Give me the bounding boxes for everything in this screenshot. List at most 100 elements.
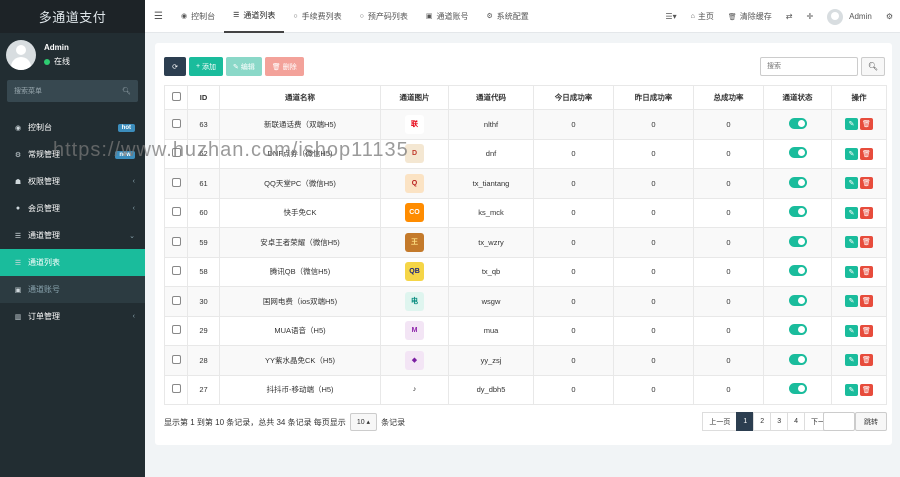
row-select-cell[interactable] <box>164 256 188 287</box>
status-toggle[interactable] <box>788 324 807 336</box>
tab-system-config[interactable]: ⚙ 系统配置 <box>477 0 537 33</box>
row-select-cell[interactable] <box>164 227 188 258</box>
page-button-1[interactable]: 1 <box>736 412 755 431</box>
row-select-cell[interactable] <box>164 315 188 346</box>
row-select-cell[interactable] <box>164 286 188 317</box>
table-row[interactable]: 30 国网电费（ios双端H5) 电 wsgw 0 0 0 ✎ 🗑︎ <box>164 286 887 317</box>
row-checkbox[interactable] <box>171 354 181 364</box>
row-edit-button[interactable]: ✎ <box>845 295 858 308</box>
status-toggle[interactable] <box>788 294 807 306</box>
sidebar-item-channel-account[interactable]: ▣ 通道账号 <box>0 276 145 303</box>
search-button[interactable]: 🔍︎ <box>861 57 885 76</box>
sidebar-item-dashboard[interactable]: ◉ 控制台 hot <box>0 114 145 141</box>
search-input[interactable] <box>760 57 858 76</box>
row-checkbox[interactable] <box>171 177 181 187</box>
row-delete-button[interactable]: 🗑︎ <box>860 177 873 190</box>
edit-button[interactable]: ✎ 编辑 <box>226 57 262 76</box>
row-edit-button[interactable]: ✎ <box>845 206 858 219</box>
tab-channel-account[interactable]: ▣ 通道账号 <box>417 0 478 33</box>
settings-button[interactable]: ⚙ <box>879 12 900 21</box>
jump-button[interactable]: 跳转 <box>855 412 887 431</box>
row-checkbox[interactable] <box>171 266 181 276</box>
tab-channel-list[interactable]: ☰ 通道列表 <box>224 0 285 33</box>
row-select-cell[interactable] <box>164 345 188 376</box>
sidebar-item-permission[interactable]: ☗ 权限管理 ‹ <box>0 168 145 195</box>
row-edit-button[interactable]: ✎ <box>845 177 858 190</box>
add-button[interactable]: + 添加 <box>189 57 224 76</box>
translate-button[interactable]: ⇄ <box>779 12 800 21</box>
user-menu[interactable]: Admin <box>820 8 879 25</box>
row-edit-button[interactable]: ✎ <box>845 354 858 367</box>
tab-dashboard[interactable]: ◉ 控制台 <box>172 0 224 33</box>
row-delete-button[interactable]: 🗑︎ <box>860 236 873 249</box>
row-delete-button[interactable]: 🗑︎ <box>860 354 873 367</box>
row-delete-button[interactable]: 🗑︎ <box>860 295 873 308</box>
row-checkbox[interactable] <box>171 207 181 217</box>
menu-search-input[interactable]: 搜索菜单 🔍︎ <box>7 80 138 102</box>
row-checkbox[interactable] <box>171 236 181 246</box>
row-checkbox[interactable] <box>171 325 181 335</box>
sidebar-item-channel[interactable]: ☰ 通道管理 ⌄ <box>0 222 145 249</box>
row-checkbox[interactable] <box>171 118 181 128</box>
table-row[interactable]: 27 抖抖币-移动端（H5) ♪ dy_dbh5 0 0 0 ✎ 🗑︎ <box>164 374 887 405</box>
cell-code: tx_wzry <box>448 227 534 258</box>
col-header-id[interactable]: ID <box>187 85 220 110</box>
row-delete-button[interactable]: 🗑︎ <box>860 147 873 160</box>
table-row[interactable]: 29 MUA语音（H5) Mmua 0 0 0 ✎ 🗑︎ <box>164 315 887 346</box>
sidebar-item-channel-list[interactable]: ☰ 通道列表 <box>0 249 145 276</box>
status-toggle[interactable] <box>788 176 807 188</box>
table-row[interactable]: 61 QQ天堂PC（微信H5) Qtx_tiantang 0 0 0 ✎ 🗑︎ <box>164 168 887 199</box>
row-select-cell[interactable] <box>164 168 188 199</box>
row-checkbox[interactable] <box>171 295 181 305</box>
select-all-header[interactable] <box>164 85 188 110</box>
tab-precode-list[interactable]: ○ 预产码列表 <box>351 0 417 33</box>
app-logo[interactable]: 多通道支付 <box>0 0 145 33</box>
row-delete-button[interactable]: 🗑︎ <box>860 265 873 278</box>
row-select-cell[interactable] <box>164 109 188 140</box>
row-edit-button[interactable]: ✎ <box>845 324 858 337</box>
sidebar-item-orders[interactable]: ▥ 订单管理 ‹ <box>0 303 145 330</box>
page-button-3[interactable]: 3 <box>770 412 789 431</box>
page-button-2[interactable]: 2 <box>753 412 772 431</box>
cell-id: 28 <box>187 345 220 376</box>
status-toggle[interactable] <box>788 235 807 247</box>
table-row[interactable]: 28 YY紫水晶免CK（H5) ◆ yy_zsj 0 0 0 ✎ 🗑︎ <box>164 345 887 376</box>
clear-cache-button[interactable]: 🗑︎ 清除缓存 <box>721 11 779 22</box>
sidebar-item-member[interactable]: ● 会员管理 ‹ <box>0 195 145 222</box>
delete-button[interactable]: 🗑︎ 删除 <box>264 57 304 76</box>
table-row[interactable]: 60 快手免CK CO ks_mck 0 0 0 ✎ 🗑︎ <box>164 197 887 228</box>
row-select-cell[interactable] <box>164 374 188 405</box>
jump-page-input[interactable] <box>823 412 855 431</box>
status-toggle[interactable] <box>788 383 807 395</box>
status-toggle[interactable] <box>788 147 807 159</box>
status-toggle[interactable] <box>788 117 807 129</box>
row-delete-button[interactable]: 🗑︎ <box>860 383 873 396</box>
row-edit-button[interactable]: ✎ <box>845 265 858 278</box>
row-select-cell[interactable] <box>164 197 188 228</box>
row-edit-button[interactable]: ✎ <box>845 118 858 131</box>
tabs-dropdown-button[interactable]: ☰▾ <box>658 12 683 21</box>
row-edit-button[interactable]: ✎ <box>845 236 858 249</box>
status-toggle[interactable] <box>788 353 807 365</box>
select-all-checkbox[interactable] <box>171 92 181 101</box>
table-row[interactable]: 63 新联通话费（双端H5) 联 nlthf 0 0 0 ✎ 🗑︎ <box>164 109 887 140</box>
row-checkbox[interactable] <box>171 384 181 394</box>
row-delete-button[interactable]: 🗑︎ <box>860 118 873 131</box>
refresh-button[interactable]: ⟳ <box>164 57 186 76</box>
table-row[interactable]: 58 腾讯QB（微信H5) QB tx_qb 0 0 0 ✎ 🗑︎ <box>164 256 887 287</box>
prev-page-button[interactable]: 上一页 <box>702 412 738 431</box>
tab-fee-list[interactable]: ○ 手续费列表 <box>284 0 350 33</box>
table-row[interactable]: 59 安卓王者荣耀（微信H5) 王 tx_wzry 0 0 0 ✎ 🗑︎ <box>164 227 887 258</box>
row-delete-button[interactable]: 🗑︎ <box>860 324 873 337</box>
home-link[interactable]: ⌂ 主页 <box>684 11 721 22</box>
cell-today-rate: 0 <box>533 109 614 140</box>
row-delete-button[interactable]: 🗑︎ <box>860 206 873 219</box>
page-button-4[interactable]: 4 <box>787 412 805 431</box>
row-edit-button[interactable]: ✎ <box>845 383 858 396</box>
page-size-select[interactable]: 10 ▴ <box>349 413 378 431</box>
status-toggle[interactable] <box>788 265 807 277</box>
fullscreen-button[interactable]: ✛ <box>799 12 820 21</box>
menu-toggle-icon[interactable]: ☰ <box>145 11 172 22</box>
row-edit-button[interactable]: ✎ <box>845 147 858 160</box>
status-toggle[interactable] <box>788 206 807 218</box>
